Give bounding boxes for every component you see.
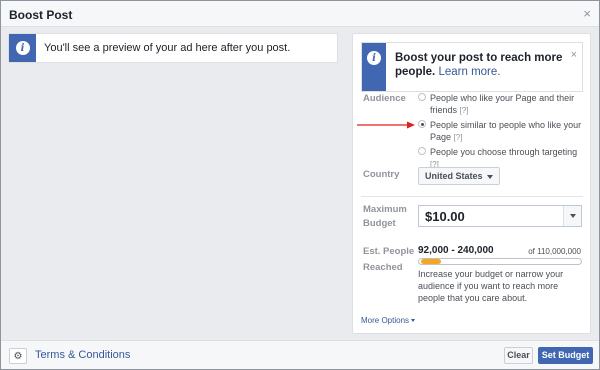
help-hint[interactable]: [?] (454, 133, 463, 142)
tip-close-icon[interactable]: × (571, 49, 577, 61)
boost-post-dialog: Boost Post × i You'll see a preview of y… (0, 0, 600, 370)
clear-button[interactable]: Clear (504, 347, 533, 364)
gear-icon[interactable]: ⚙ (9, 348, 27, 364)
dialog-title: Boost Post (9, 8, 73, 22)
radio-button[interactable] (418, 147, 426, 155)
info-icon: i (367, 51, 381, 65)
country-label: Country (363, 169, 400, 180)
audience-option-text: People you choose through targeting (430, 147, 578, 157)
budget-select[interactable]: $10.00 (418, 205, 582, 227)
chevron-down-icon (411, 319, 416, 323)
dialog-header: Boost Post × (1, 1, 599, 27)
terms-link[interactable]: Terms & Conditions (35, 349, 130, 361)
budget-label: Maximum Budget (363, 204, 407, 229)
divider (361, 196, 583, 197)
info-icon: i (15, 41, 30, 55)
info-icon-block: i (9, 34, 36, 62)
chevron-down-icon (486, 174, 493, 179)
more-options-link[interactable]: More Options (361, 316, 416, 325)
dialog-footer: ⚙ Terms & Conditions Clear Set Budget (1, 340, 599, 369)
audience-option-similar[interactable]: People similar to people who like your P… (418, 119, 583, 144)
reach-description: Increase your budget or narrow your audi… (418, 269, 564, 303)
budget-value: $10.00 (425, 209, 465, 224)
country-value: United States (425, 171, 483, 181)
tip-info-block: i (362, 43, 386, 91)
reach-label: Est. People Reached (363, 246, 415, 273)
ad-preview-notice: i You'll see a preview of your ad here a… (8, 33, 338, 63)
reach-range: 92,000 - 240,000 (418, 245, 494, 256)
help-hint[interactable]: [?] (460, 106, 469, 115)
set-budget-button[interactable]: Set Budget (538, 347, 593, 364)
preview-text: You'll see a preview of your ad here aft… (44, 42, 291, 54)
audience-label: Audience (363, 93, 406, 104)
audience-option-text: People who like your Page and their frie… (430, 93, 575, 115)
tip-text: Boost your post to reach more people. Le… (395, 51, 565, 79)
budget-dropdown-button[interactable] (563, 206, 581, 226)
reach-bar-fill (421, 259, 441, 264)
chevron-down-icon (569, 214, 576, 218)
boost-tip: i Boost your post to reach more people. … (361, 42, 583, 92)
reach-total: of 110,000,000 (528, 247, 581, 256)
annotation-arrow (357, 121, 415, 129)
arrow-head (407, 121, 415, 129)
close-icon[interactable]: × (583, 6, 591, 21)
radio-button[interactable] (418, 93, 426, 101)
radio-button-selected[interactable] (418, 120, 426, 128)
boost-settings-panel: i Boost your post to reach more people. … (352, 33, 591, 334)
learn-more-link[interactable]: Learn more. (438, 66, 500, 78)
reach-bar (418, 258, 582, 265)
audience-option-page-likes[interactable]: People who like your Page and their frie… (418, 92, 583, 117)
country-selector[interactable]: United States (418, 167, 500, 185)
more-options-text: More Options (361, 316, 410, 325)
